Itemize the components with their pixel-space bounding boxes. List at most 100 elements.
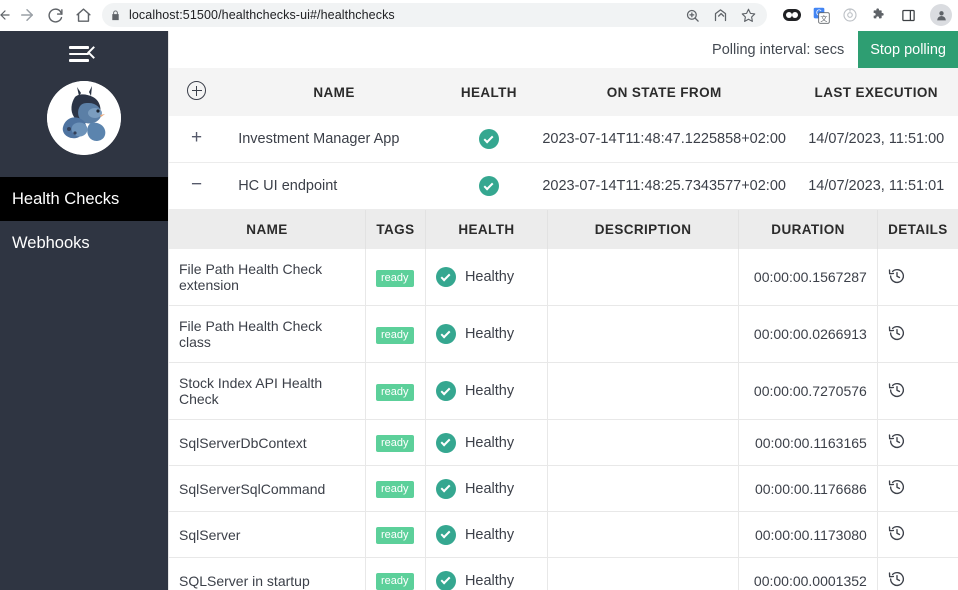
expand-row-toggle[interactable]: + bbox=[191, 128, 202, 147]
puzzle-extensions-icon[interactable] bbox=[870, 6, 888, 24]
detail-header-row: NAME TAGS HEALTH DESCRIPTION DURATION DE… bbox=[169, 210, 958, 249]
entry-health-label: Healthy bbox=[464, 480, 515, 497]
sidebar-item-label: Health Checks bbox=[12, 189, 120, 208]
detail-column-details: DETAILS bbox=[877, 210, 958, 249]
entry-description bbox=[547, 511, 740, 558]
google-translate-icon[interactable]: G文 bbox=[812, 6, 830, 24]
entry-details-cell[interactable] bbox=[877, 305, 958, 363]
entry-description bbox=[547, 419, 740, 466]
address-bar[interactable]: localhost:51500/healthchecks-ui#/healthc… bbox=[102, 3, 767, 27]
app-shell: Health Checks Webhooks Polling interval:… bbox=[0, 31, 958, 590]
detail-column-description: DESCRIPTION bbox=[547, 210, 740, 249]
entry-health-label: Healthy bbox=[464, 326, 515, 342]
reload-icon[interactable] bbox=[42, 2, 68, 28]
row-on-state-from: 2023-07-14T11:48:47.1225858+02:00 bbox=[533, 116, 795, 163]
history-icon[interactable] bbox=[888, 524, 906, 545]
entry-name: Stock Index API Health Check bbox=[169, 362, 366, 420]
collapse-menu-icon[interactable] bbox=[69, 43, 100, 65]
table-row[interactable]: SqlServerDbContext ready Healthy 00:00:0… bbox=[169, 419, 958, 466]
collapse-row-toggle[interactable]: − bbox=[191, 175, 202, 194]
health-ok-icon bbox=[435, 570, 456, 590]
history-icon[interactable] bbox=[888, 381, 906, 402]
health-ok-icon bbox=[478, 176, 499, 196]
table-row[interactable]: SqlServer ready Healthy 00:00:00.1173080 bbox=[169, 511, 958, 558]
row-last-execution: 14/07/2023, 11:51:01 bbox=[794, 162, 958, 210]
health-ok-icon bbox=[435, 524, 456, 545]
entry-description bbox=[547, 557, 740, 590]
profile-avatar-icon[interactable] bbox=[930, 4, 952, 26]
sidebar-collapse-button[interactable] bbox=[0, 31, 168, 77]
table-row[interactable]: + Investment Manager App 2023-07-14T11:4… bbox=[169, 116, 958, 163]
entry-duration: 00:00:00.1163165 bbox=[738, 419, 878, 466]
sidebar-item-label: Webhooks bbox=[12, 233, 90, 252]
entry-details-cell[interactable] bbox=[877, 362, 958, 420]
row-health-status bbox=[443, 116, 534, 163]
table-row[interactable]: SqlServerSqlCommand ready Healthy 00:00:… bbox=[169, 465, 958, 512]
history-icon[interactable] bbox=[888, 432, 906, 453]
entry-duration: 00:00:00.1567287 bbox=[738, 249, 878, 306]
forward-arrow-icon[interactable] bbox=[14, 2, 40, 28]
star-icon[interactable] bbox=[739, 6, 757, 24]
entry-details-cell[interactable] bbox=[877, 249, 958, 306]
history-icon[interactable] bbox=[888, 324, 906, 345]
entry-name: SqlServerSqlCommand bbox=[169, 465, 366, 512]
entry-duration: 00:00:00.0266913 bbox=[738, 305, 878, 363]
history-icon[interactable] bbox=[888, 570, 906, 590]
share-icon[interactable] bbox=[711, 6, 729, 24]
status-badge: ready bbox=[375, 435, 414, 452]
table-row[interactable]: Stock Index API Health Check ready Healt… bbox=[169, 362, 958, 420]
table-row[interactable]: File Path Health Check class ready Healt… bbox=[169, 305, 958, 363]
status-badge: ready bbox=[375, 481, 414, 498]
history-icon[interactable] bbox=[888, 478, 906, 499]
entry-name: SQLServer in startup bbox=[169, 557, 366, 590]
entry-details-cell[interactable] bbox=[877, 557, 958, 590]
health-checks-table: NAME HEALTH ON STATE FROM LAST EXECUTION… bbox=[169, 68, 958, 210]
entry-details-cell[interactable] bbox=[877, 419, 958, 466]
history-icon[interactable] bbox=[888, 267, 906, 288]
entry-health-cell: Healthy bbox=[425, 465, 548, 512]
entry-health-cell: Healthy bbox=[425, 419, 548, 466]
app-logo-dragon bbox=[47, 81, 121, 155]
table-row[interactable]: File Path Health Check extension ready H… bbox=[169, 249, 958, 306]
home-icon[interactable] bbox=[70, 2, 96, 28]
row-name: Investment Manager App bbox=[224, 116, 444, 163]
entry-tags-cell: ready bbox=[365, 362, 426, 420]
entry-name: SqlServerDbContext bbox=[169, 419, 366, 466]
stop-polling-button[interactable]: Stop polling bbox=[858, 31, 958, 68]
svg-text:文: 文 bbox=[820, 13, 827, 22]
entry-tags-cell: ready bbox=[365, 465, 426, 512]
entry-duration: 00:00:00.1173080 bbox=[738, 511, 878, 558]
entry-details-cell[interactable] bbox=[877, 465, 958, 512]
zoom-in-icon[interactable] bbox=[683, 6, 701, 24]
target-circle-icon[interactable] bbox=[841, 6, 859, 24]
column-header-health: HEALTH bbox=[443, 68, 534, 116]
entry-duration: 00:00:00.7270576 bbox=[738, 362, 878, 420]
entry-health-label: Healthy bbox=[464, 434, 515, 451]
side-panel-icon[interactable] bbox=[899, 6, 917, 24]
sidebar-item-webhooks[interactable]: Webhooks bbox=[0, 221, 168, 265]
extension-pill-icon[interactable] bbox=[783, 6, 801, 24]
entry-health-label: Healthy bbox=[464, 526, 515, 543]
sidebar-item-health-checks[interactable]: Health Checks bbox=[0, 177, 168, 221]
entry-tags-cell: ready bbox=[365, 249, 426, 306]
row-on-state-from: 2023-07-14T11:48:25.7343577+02:00 bbox=[533, 162, 795, 210]
entry-details-cell[interactable] bbox=[877, 511, 958, 558]
entry-health-cell: Healthy bbox=[425, 249, 548, 306]
entry-health-cell: Healthy bbox=[425, 557, 548, 590]
collapse-toggle-cell[interactable]: − bbox=[169, 162, 225, 210]
table-row[interactable]: SQLServer in startup ready Healthy 00:00… bbox=[169, 557, 958, 590]
toolbar: Polling interval: secs Stop polling bbox=[169, 31, 958, 68]
back-arrow-icon[interactable] bbox=[0, 2, 12, 28]
health-ok-icon bbox=[435, 267, 456, 287]
status-badge: ready bbox=[375, 527, 414, 544]
row-name: HC UI endpoint bbox=[224, 162, 444, 210]
logo-container bbox=[0, 77, 168, 177]
lock-icon bbox=[110, 9, 121, 22]
add-health-check-cell bbox=[169, 68, 225, 116]
entry-tags-cell: ready bbox=[365, 305, 426, 363]
circle-plus-icon[interactable] bbox=[187, 81, 207, 100]
detail-column-name: NAME bbox=[169, 210, 366, 249]
table-row[interactable]: − HC UI endpoint 2023-07-14T11:48:25.734… bbox=[169, 162, 958, 210]
expand-toggle-cell[interactable]: + bbox=[169, 116, 225, 163]
entry-duration: 00:00:00.1176686 bbox=[738, 465, 878, 512]
